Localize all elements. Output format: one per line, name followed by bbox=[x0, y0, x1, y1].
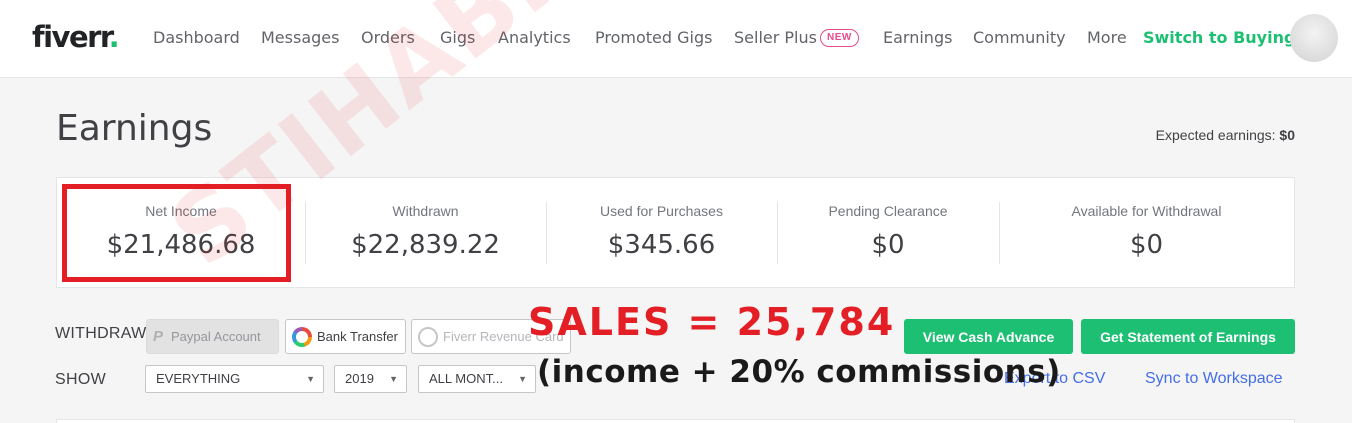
expected-earnings-label: Expected earnings: bbox=[1155, 127, 1276, 143]
view-cash-advance-button[interactable]: View Cash Advance bbox=[904, 319, 1073, 354]
month-filter-select[interactable]: ALL MONT... ▼ bbox=[418, 365, 536, 393]
transactions-table bbox=[56, 419, 1295, 423]
month-filter-value: ALL MONT... bbox=[429, 371, 503, 386]
nav-dashboard[interactable]: Dashboard bbox=[153, 28, 240, 47]
chevron-down-icon: ▼ bbox=[389, 374, 398, 384]
get-statement-button[interactable]: Get Statement of Earnings bbox=[1081, 319, 1295, 354]
nav-seller-plus[interactable]: Seller Plus bbox=[734, 28, 817, 47]
chevron-down-icon: ▼ bbox=[306, 374, 315, 384]
stat-label: Pending Clearance bbox=[828, 203, 948, 219]
bank-transfer-button[interactable]: Bank Transfer bbox=[285, 319, 406, 354]
new-badge: NEW bbox=[820, 29, 859, 47]
expected-earnings-value: $0 bbox=[1279, 127, 1295, 143]
chevron-down-icon: ▼ bbox=[518, 374, 527, 384]
bank-transfer-label: Bank Transfer bbox=[317, 329, 398, 344]
stat-label: Used for Purchases bbox=[600, 203, 723, 219]
nav-messages[interactable]: Messages bbox=[261, 28, 339, 47]
stat-withdrawn: Withdrawn $22,839.22 bbox=[305, 178, 546, 287]
sync-workspace-link[interactable]: Sync to Workspace bbox=[1145, 370, 1283, 388]
revenue-card-icon bbox=[418, 326, 438, 347]
paypal-account-button[interactable]: P Paypal Account bbox=[146, 319, 279, 354]
stat-value: $345.66 bbox=[607, 230, 716, 260]
nav-analytics[interactable]: Analytics bbox=[498, 28, 571, 47]
expected-earnings: Expected earnings: $0 bbox=[1156, 127, 1295, 143]
stat-used-for-purchases: Used for Purchases $345.66 bbox=[546, 178, 777, 287]
top-navbar: fiverr. Dashboard Messages Orders Gigs A… bbox=[0, 0, 1352, 78]
stat-available-for-withdrawal: Available for Withdrawal $0 bbox=[999, 178, 1294, 287]
paypal-icon: P bbox=[153, 328, 164, 345]
switch-to-buying-link[interactable]: Switch to Buying bbox=[1143, 28, 1295, 47]
show-label: SHOW bbox=[55, 371, 106, 388]
stat-pending-clearance: Pending Clearance $0 bbox=[777, 178, 999, 287]
type-filter-select[interactable]: EVERYTHING ▼ bbox=[145, 365, 324, 393]
year-filter-select[interactable]: 2019 ▼ bbox=[334, 365, 407, 393]
page-title: Earnings bbox=[56, 108, 213, 149]
bank-transfer-icon bbox=[292, 326, 312, 347]
year-filter-value: 2019 bbox=[345, 371, 374, 386]
withdraw-label: WITHDRAW bbox=[55, 325, 147, 342]
type-filter-value: EVERYTHING bbox=[156, 371, 241, 386]
sales-annotation: SALES = 25,784 bbox=[528, 300, 896, 344]
avatar[interactable] bbox=[1290, 14, 1338, 62]
nav-promoted-gigs[interactable]: Promoted Gigs bbox=[595, 28, 712, 47]
stat-value: $22,839.22 bbox=[351, 230, 500, 260]
commission-annotation: (income + 20% commissions) bbox=[537, 354, 1061, 390]
stat-label: Available for Withdrawal bbox=[1071, 203, 1222, 219]
paypal-label: Paypal Account bbox=[171, 329, 261, 344]
stat-label: Withdrawn bbox=[392, 203, 459, 219]
nav-earnings[interactable]: Earnings bbox=[883, 28, 952, 47]
stat-value: $0 bbox=[1129, 230, 1164, 260]
stat-value: $0 bbox=[871, 230, 905, 260]
nav-more[interactable]: More bbox=[1087, 28, 1127, 47]
nav-community[interactable]: Community bbox=[973, 28, 1066, 47]
net-income-highlight-box bbox=[62, 184, 291, 282]
nav-gigs[interactable]: Gigs bbox=[440, 28, 475, 47]
fiverr-logo[interactable]: fiverr. bbox=[32, 20, 120, 54]
nav-orders[interactable]: Orders bbox=[361, 28, 415, 47]
